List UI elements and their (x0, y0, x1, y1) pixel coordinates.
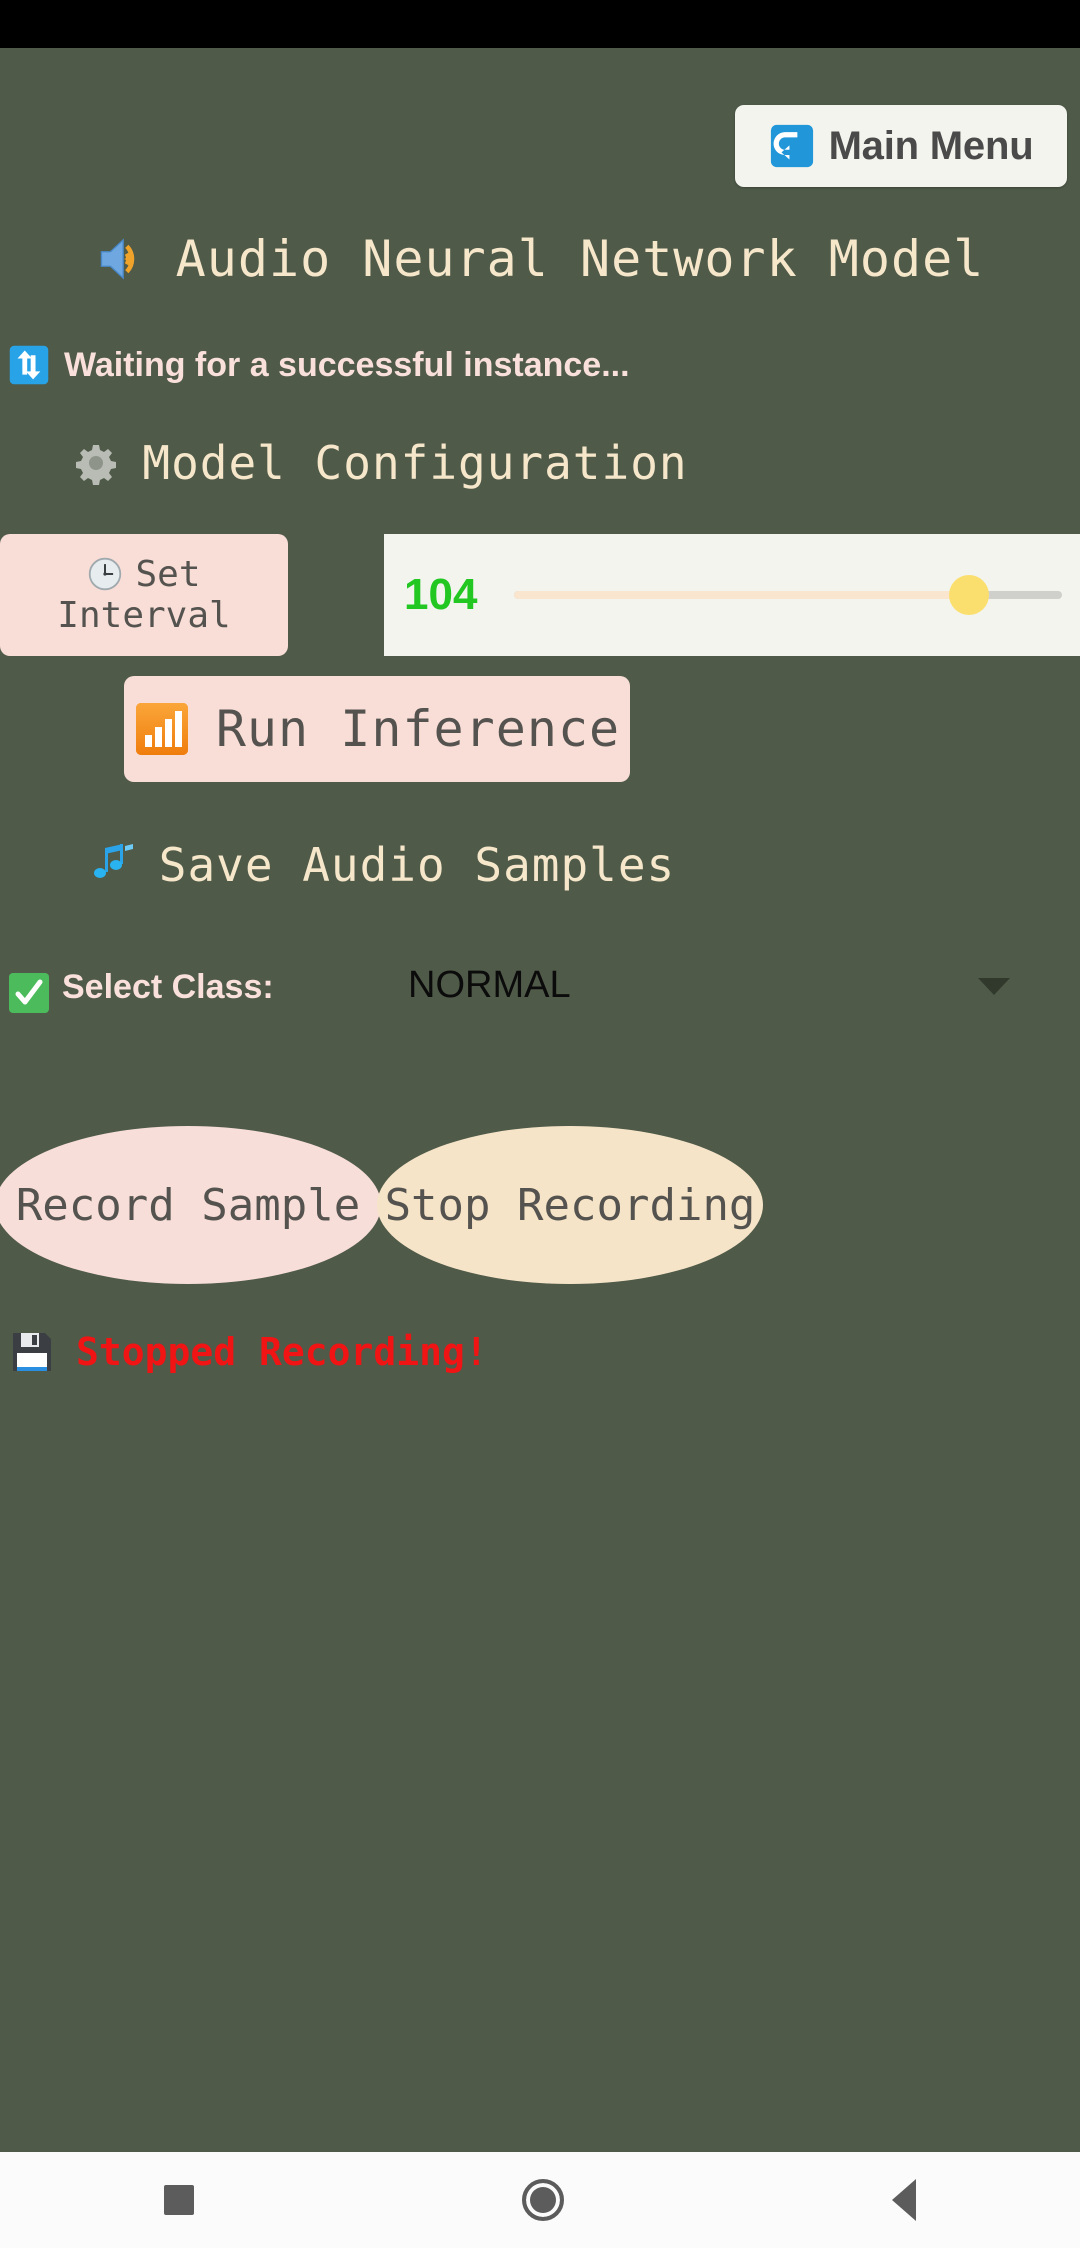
set-interval-line1-wrap: Set (87, 553, 201, 595)
stopped-recording-row: Stopped Recording! (10, 1330, 488, 1374)
record-sample-button[interactable]: Record Sample (0, 1126, 381, 1284)
set-interval-button[interactable]: Set Interval (0, 534, 288, 656)
interval-slider[interactable] (514, 575, 1062, 615)
main-menu-label: Main Menu (828, 123, 1034, 168)
waiting-status-row: Waiting for a successful instance... (8, 344, 630, 386)
page-title-row: Audio Neural Network Model (0, 230, 1080, 288)
system-status-bar (0, 0, 1080, 48)
run-inference-label: Run Inference (215, 700, 621, 758)
interval-slider-panel: 104 (384, 534, 1080, 656)
set-interval-label-line1: Set (135, 553, 201, 595)
home-circle-icon[interactable] (522, 2179, 564, 2221)
bar-chart-icon (135, 703, 188, 755)
select-class-label: Select Class: (62, 968, 274, 1006)
recents-square-icon[interactable] (164, 2185, 194, 2215)
set-interval-label-line2: Interval (57, 595, 231, 636)
slider-thumb[interactable] (948, 575, 989, 615)
save-audio-heading: Save Audio Samples (158, 838, 676, 892)
class-dropdown-value: NORMAL (408, 964, 571, 1006)
save-audio-heading-row: Save Audio Samples (0, 838, 760, 892)
waiting-status-text: Waiting for a successful instance... (64, 345, 630, 384)
clock-icon (89, 558, 122, 591)
class-dropdown[interactable]: NORMAL (400, 964, 1050, 1018)
check-mark-icon-wrap (8, 972, 50, 1014)
slider-track-fill (514, 591, 969, 599)
chevron-down-icon (978, 978, 1010, 995)
app-content: Main Menu Audio Neural Network Model Wai… (0, 48, 1080, 2152)
stop-recording-label: Stop Recording (384, 1179, 756, 1231)
back-triangle-icon[interactable] (892, 2179, 916, 2221)
android-nav-bar (0, 2152, 1080, 2248)
gear-icon (76, 445, 117, 485)
model-config-heading-row: Model Configuration (0, 436, 760, 490)
model-config-heading: Model Configuration (142, 436, 688, 490)
main-menu-button[interactable]: Main Menu (735, 105, 1067, 187)
interval-slider-value: 104 (404, 570, 478, 619)
phone-screen: Main Menu Audio Neural Network Model Wai… (0, 0, 1080, 2248)
stopped-recording-text: Stopped Recording! (76, 1330, 488, 1374)
interval-controls-row: Set Interval 104 (0, 534, 1080, 656)
run-inference-button[interactable]: Run Inference (124, 676, 630, 782)
app-title: Audio Neural Network Model (175, 230, 985, 288)
speaker-loud-icon (100, 238, 134, 280)
select-class-row: Select Class: NORMAL (0, 964, 1080, 1028)
music-notes-icon (93, 844, 133, 878)
check-mark-icon (9, 973, 49, 1013)
record-sample-label: Record Sample (15, 1179, 361, 1231)
floppy-disk-icon (13, 1333, 51, 1371)
stop-recording-button[interactable]: Stop Recording (377, 1126, 763, 1284)
return-arrow-icon (770, 124, 813, 168)
sync-arrows-icon (9, 345, 49, 385)
